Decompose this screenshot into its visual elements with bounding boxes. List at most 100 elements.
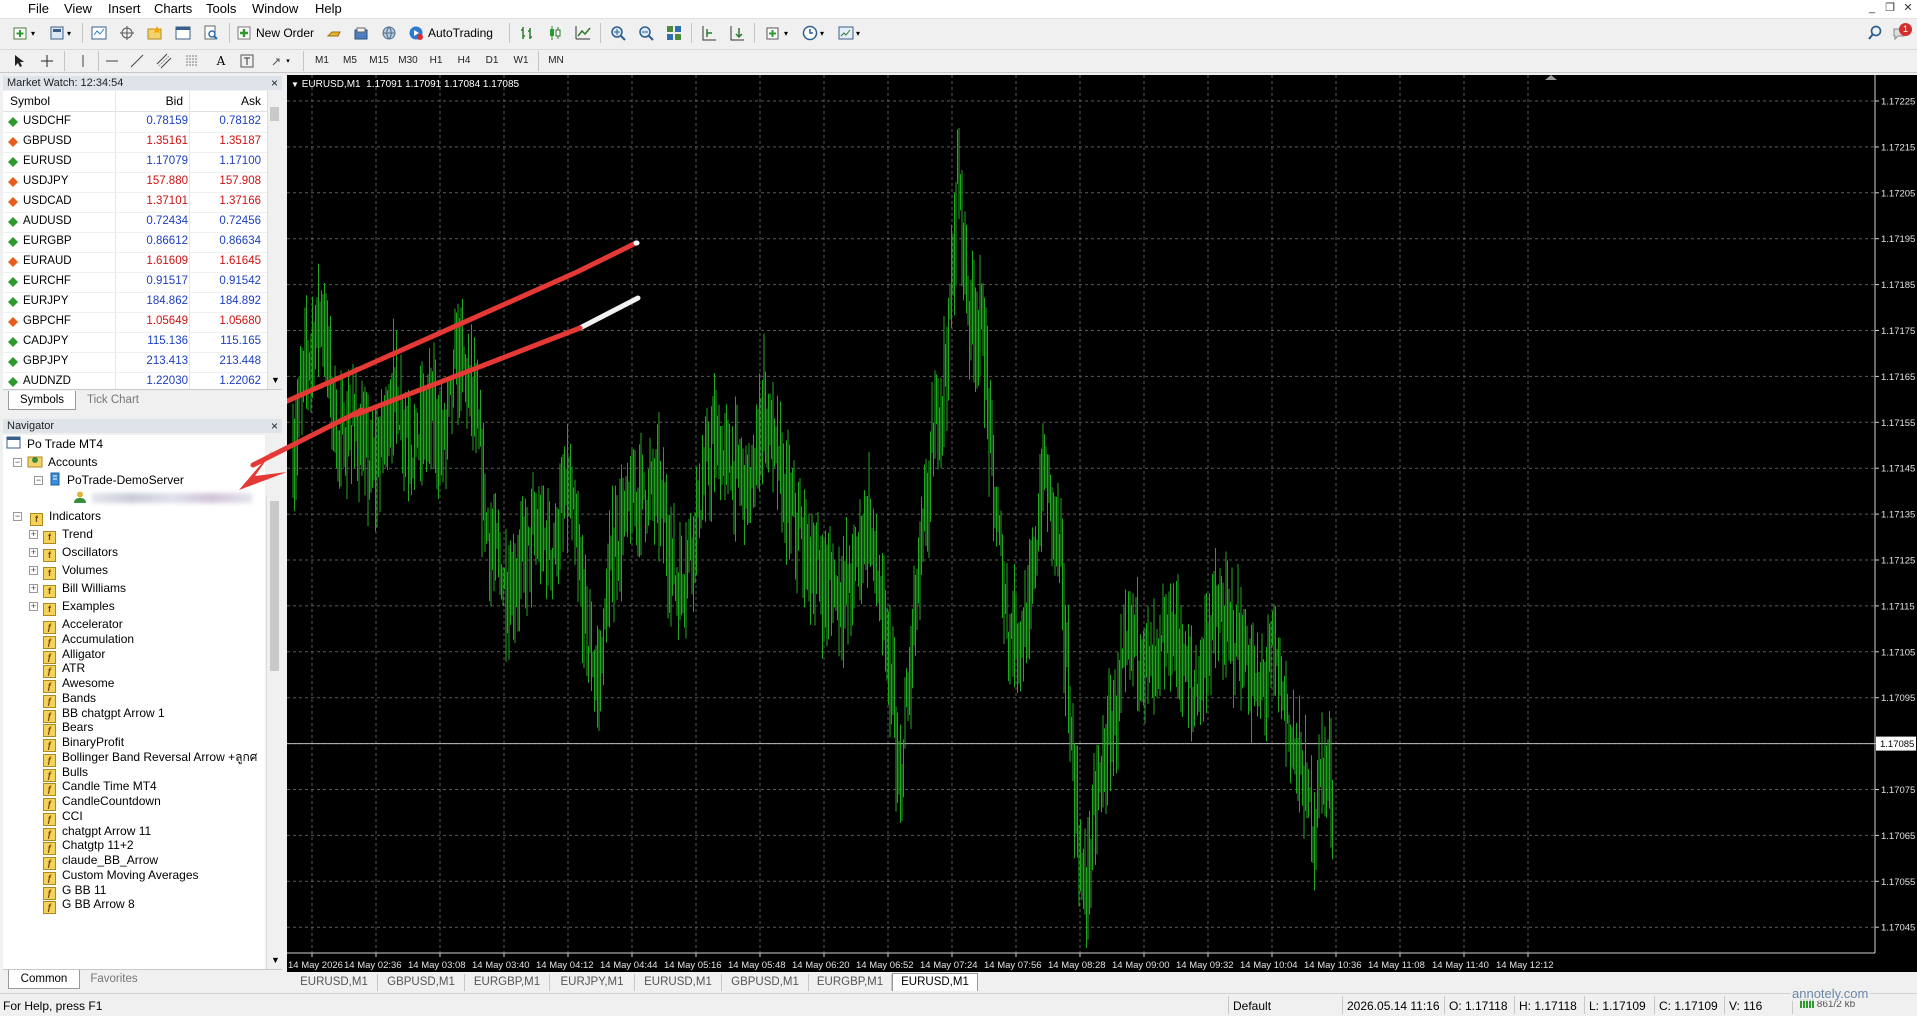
chart-tab[interactable]: EURGBP,M1 <box>809 974 892 991</box>
minimize-icon[interactable]: _ <box>1865 1 1879 15</box>
market-watch-row[interactable]: EURJPY 184.862 184.892 <box>3 292 282 313</box>
signals-button[interactable] <box>324 22 346 44</box>
expand-folder-icon[interactable]: + <box>29 602 38 611</box>
expand-folder-icon[interactable]: + <box>29 548 38 557</box>
market-watch-row[interactable]: EURCHF 0.91517 0.91542 <box>3 272 282 293</box>
collapse-server-icon[interactable]: − <box>34 476 43 485</box>
collapse-accounts-icon[interactable]: − <box>13 458 22 467</box>
tree-folder[interactable]: f Examples <box>43 597 115 616</box>
zoom-in-button[interactable] <box>607 22 629 44</box>
metaeditor-button[interactable] <box>378 22 400 44</box>
timeframe-m1[interactable]: M1 <box>311 53 333 69</box>
market-watch-row[interactable]: USDJPY 157.880 157.908 <box>3 172 282 193</box>
candlestick-button[interactable] <box>544 22 566 44</box>
menu-file[interactable]: File <box>26 1 51 17</box>
chart-menu-triangle-icon[interactable]: ▼ <box>291 80 299 89</box>
indicators-list-button[interactable]: ▾ <box>761 22 793 44</box>
tree-root[interactable]: Po Trade MT4 <box>6 435 103 453</box>
navigator-toggle-button[interactable] <box>144 22 166 44</box>
arrows-button[interactable]: ▾ <box>268 50 292 72</box>
close-market-watch-icon[interactable]: × <box>271 76 278 90</box>
tree-accounts[interactable]: Accounts <box>27 453 97 471</box>
market-watch-toggle-button[interactable] <box>88 22 110 44</box>
autoscroll-button[interactable] <box>726 22 748 44</box>
vertical-line-button[interactable] <box>74 50 92 72</box>
menu-window[interactable]: Window <box>250 1 300 17</box>
expand-folder-icon[interactable]: + <box>29 530 38 539</box>
bar-chart-button[interactable] <box>516 22 538 44</box>
menu-charts[interactable]: Charts <box>152 1 194 17</box>
horizontal-line-button[interactable] <box>103 50 121 72</box>
menu-view[interactable]: View <box>62 1 94 17</box>
zoom-out-button[interactable] <box>635 22 657 44</box>
new-chart-button[interactable]: ▾ <box>8 22 40 44</box>
market-watch-row[interactable]: CADJPY 115.136 115.165 <box>3 332 282 353</box>
tree-folder[interactable]: f Volumes <box>43 561 108 580</box>
tree-indicators[interactable]: f Indicators <box>30 507 101 526</box>
timeframe-d1[interactable]: D1 <box>482 53 502 69</box>
timeframe-mn[interactable]: MN <box>544 53 568 69</box>
market-watch-row[interactable]: GBPJPY 213.413 213.448 <box>3 352 282 373</box>
status-profile[interactable]: Default <box>1233 999 1271 1013</box>
tab-symbols[interactable]: Symbols <box>8 391 76 410</box>
terminal-toggle-button[interactable] <box>172 22 194 44</box>
menu-insert[interactable]: Insert <box>106 1 143 17</box>
tree-folder[interactable]: f Trend <box>43 525 93 544</box>
timeframe-h4[interactable]: H4 <box>454 53 474 69</box>
crosshair-button[interactable] <box>38 50 56 72</box>
market-watch-row[interactable]: USDCAD 1.37101 1.37166 <box>3 192 282 213</box>
market-watch-scrollbar[interactable]: ▼ <box>267 91 282 389</box>
column-ask[interactable]: Ask <box>241 94 261 108</box>
tree-server[interactable]: PoTrade-DemoServer <box>48 471 184 489</box>
expand-folder-icon[interactable]: + <box>29 584 38 593</box>
market-watch-row[interactable]: USDCHF 0.78159 0.78182 <box>3 112 282 133</box>
chart-tab[interactable]: EURGBP,M1 <box>465 974 550 991</box>
text-button[interactable]: A <box>212 50 230 72</box>
tree-folder[interactable]: f Oscillators <box>43 543 118 562</box>
chart-tab[interactable]: EURUSD,M1 <box>635 974 722 991</box>
chart-tab[interactable]: GBPUSD,M1 <box>378 974 465 991</box>
timeframe-w1[interactable]: W1 <box>510 53 532 69</box>
price-chart[interactable]: 1.17225 1.17215 1.17205 1.17195 1.17185 1.171… <box>287 75 1917 972</box>
column-symbol[interactable]: Symbol <box>10 94 50 108</box>
tab-tick-chart[interactable]: Tick Chart <box>77 391 149 409</box>
tab-favorites[interactable]: Favorites <box>81 970 147 988</box>
cursor-button[interactable] <box>10 50 28 72</box>
data-window-button[interactable] <box>116 22 138 44</box>
menu-help[interactable]: Help <box>313 1 344 17</box>
market-watch-row[interactable]: EURUSD 1.17079 1.17100 <box>3 152 282 173</box>
fibonacci-button[interactable] <box>183 50 201 72</box>
timeframe-h1[interactable]: H1 <box>426 53 446 69</box>
trendline-button[interactable] <box>128 50 146 72</box>
market-watch-row[interactable]: AUDUSD 0.72434 0.72456 <box>3 212 282 233</box>
navigator-scroll-down-icon[interactable]: ▼ <box>271 955 280 965</box>
market-watch-row[interactable]: EURAUD 1.61609 1.61645 <box>3 252 282 273</box>
chart-tab[interactable]: EURUSD,M1 <box>892 973 978 991</box>
timeframe-m30[interactable]: M30 <box>396 53 420 69</box>
tab-common[interactable]: Common <box>8 970 80 989</box>
line-chart-button[interactable] <box>572 22 594 44</box>
collapse-indicators-icon[interactable]: − <box>13 512 22 521</box>
chart-tab[interactable]: EURJPY,M1 <box>550 974 635 991</box>
search-button[interactable] <box>1864 22 1886 44</box>
strategy-tester-button[interactable] <box>200 22 222 44</box>
chart-canvas[interactable]: 1.17225 1.17215 1.17205 1.17195 1.17185 1.171… <box>287 75 1917 972</box>
close-navigator-icon[interactable]: × <box>271 419 278 433</box>
templates-button[interactable]: ▾ <box>833 22 865 44</box>
autotrading-button[interactable]: AutoTrading <box>408 22 502 44</box>
profiles-button[interactable]: ▾ <box>44 22 76 44</box>
tree-indicator-item[interactable]: ƒ G BB Arrow 8 <box>43 895 135 915</box>
market-watch-row[interactable]: GBPUSD 1.35161 1.35187 <box>3 132 282 153</box>
market-watch-row[interactable]: AUDNZD 1.22030 1.22062 <box>3 372 282 389</box>
market-button[interactable] <box>350 22 372 44</box>
tile-windows-button[interactable] <box>663 22 685 44</box>
chart-shift-button[interactable] <box>698 22 720 44</box>
navigator-scrollbar[interactable]: ▼ <box>266 495 283 969</box>
periods-button[interactable]: ▾ <box>797 22 829 44</box>
timeframe-m15[interactable]: M15 <box>367 53 391 69</box>
market-watch-row[interactable]: GBPCHF 1.05649 1.05680 <box>3 312 282 333</box>
equidistant-channel-button[interactable] <box>155 50 173 72</box>
column-bid[interactable]: Bid <box>166 94 183 108</box>
tree-folder[interactable]: f Bill Williams <box>43 579 126 598</box>
new-order-button[interactable]: New Order <box>236 22 320 44</box>
